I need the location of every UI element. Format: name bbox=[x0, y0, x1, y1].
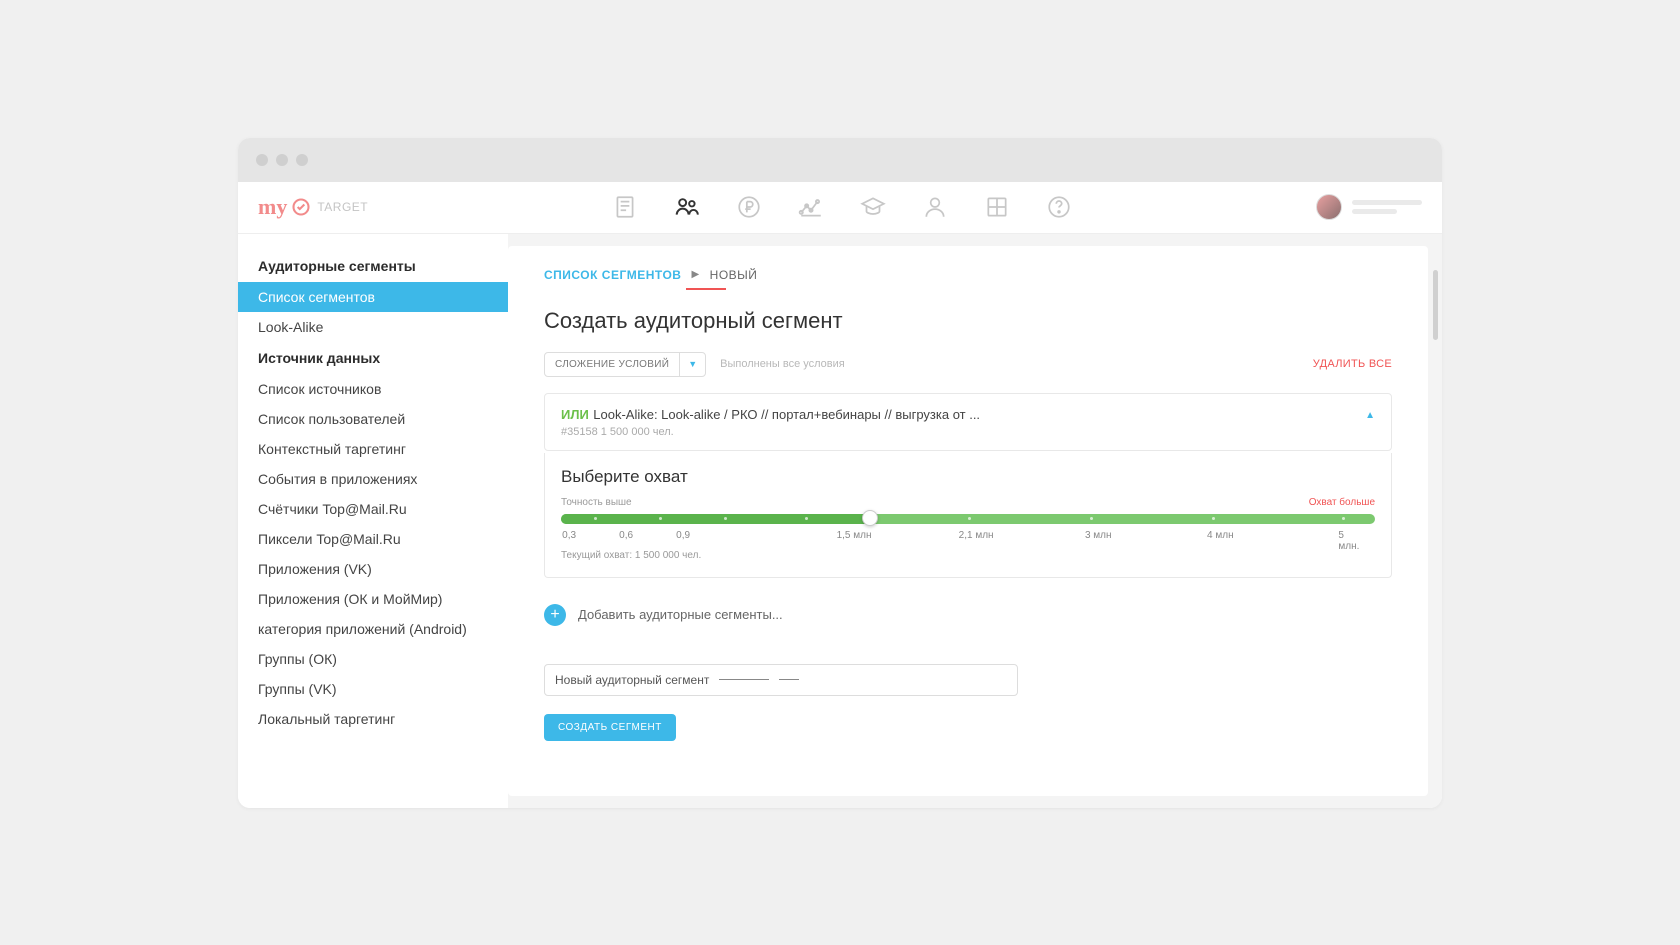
breadcrumb-separator-icon: ▶ bbox=[691, 269, 699, 280]
reach-label-row: Точность выше Охват больше bbox=[561, 497, 1375, 508]
segment-condition-block: ИЛИ Look-Alike: Look-alike / РКО // порт… bbox=[544, 393, 1392, 451]
condition-meta: #35158 1 500 000 чел. bbox=[561, 426, 1375, 438]
nav-stats-icon[interactable] bbox=[798, 194, 824, 220]
logo-check-icon bbox=[291, 197, 311, 217]
sidebar-header-segments: Аудиторные сегменты bbox=[238, 250, 508, 282]
sidebar-item-context[interactable]: Контекстный таргетинг bbox=[238, 434, 508, 464]
condition-select-label: СЛОЖЕНИЕ УСЛОВИЙ bbox=[545, 353, 679, 376]
reach-current: Текущий охват: 1 500 000 чел. bbox=[561, 550, 1375, 561]
chevron-down-icon: ▼ bbox=[679, 353, 705, 376]
sidebar-item-counters[interactable]: Счётчики Top@Mail.Ru bbox=[238, 494, 508, 524]
nav-education-icon[interactable] bbox=[860, 194, 886, 220]
collapse-icon[interactable]: ▲ bbox=[1365, 410, 1375, 421]
scale-tick: 4 млн bbox=[1207, 530, 1234, 541]
condition-row: СЛОЖЕНИЕ УСЛОВИЙ ▼ Выполнены все условия… bbox=[544, 352, 1392, 377]
main-content-area: СПИСОК СЕГМЕНТОВ ▶ НОВЫЙ Создать аудитор… bbox=[508, 234, 1442, 808]
browser-titlebar bbox=[238, 138, 1442, 182]
reach-scale: 0,3 0,6 0,9 1,5 млн 2,1 млн 3 млн 4 млн … bbox=[561, 530, 1375, 544]
window-maximize-dot[interactable] bbox=[296, 154, 308, 166]
scale-tick: 2,1 млн bbox=[959, 530, 994, 541]
main-nav bbox=[612, 194, 1072, 220]
breadcrumb-underline bbox=[686, 288, 726, 290]
window-close-dot[interactable] bbox=[256, 154, 268, 166]
nav-profile-icon[interactable] bbox=[922, 194, 948, 220]
sidebar-item-users-list[interactable]: Список пользователей bbox=[238, 404, 508, 434]
condition-name: Look-Alike: Look-alike / РКО // портал+в… bbox=[593, 407, 980, 422]
logo-prefix: my bbox=[258, 194, 287, 220]
slider-handle[interactable] bbox=[862, 510, 878, 526]
reach-title: Выберите охват bbox=[561, 467, 1375, 487]
nav-audiences-icon[interactable] bbox=[674, 194, 700, 220]
scale-tick: 1,5 млн bbox=[837, 530, 872, 541]
add-segments-button[interactable]: + Добавить аудиторные сегменты... bbox=[544, 596, 1392, 634]
sidebar-item-pixels[interactable]: Пиксели Top@Mail.Ru bbox=[238, 524, 508, 554]
scale-tick: 0,6 bbox=[619, 530, 633, 541]
sidebar-item-groups-vk[interactable]: Группы (VK) bbox=[238, 674, 508, 704]
reach-left-label: Точность выше bbox=[561, 497, 632, 508]
breadcrumb-parent[interactable]: СПИСОК СЕГМЕНТОВ bbox=[544, 268, 681, 282]
sidebar-item-groups-ok[interactable]: Группы (ОК) bbox=[238, 644, 508, 674]
user-name-placeholder bbox=[1352, 200, 1422, 214]
condition-select[interactable]: СЛОЖЕНИЕ УСЛОВИЙ ▼ bbox=[544, 352, 706, 377]
sidebar-item-local-targeting[interactable]: Локальный таргетинг bbox=[238, 704, 508, 734]
condition-hint: Выполнены все условия bbox=[720, 358, 845, 370]
sidebar-item-apps-ok[interactable]: Приложения (ОК и МойМир) bbox=[238, 584, 508, 614]
scrollbar[interactable] bbox=[1433, 270, 1438, 340]
user-menu[interactable] bbox=[1316, 194, 1422, 220]
logo-suffix: TARGET bbox=[317, 200, 368, 214]
app-header: my TARGET bbox=[238, 182, 1442, 234]
logo[interactable]: my TARGET bbox=[258, 194, 368, 220]
breadcrumb: СПИСОК СЕГМЕНТОВ ▶ НОВЫЙ bbox=[544, 268, 1392, 282]
sidebar-item-app-events[interactable]: События в приложениях bbox=[238, 464, 508, 494]
sidebar: Аудиторные сегменты Список сегментов Loo… bbox=[238, 234, 508, 808]
segment-name-value: Новый аудиторный сегмент bbox=[555, 673, 709, 687]
scale-tick: 0,9 bbox=[676, 530, 690, 541]
nav-grid-icon[interactable] bbox=[984, 194, 1010, 220]
sidebar-item-segments-list[interactable]: Список сегментов bbox=[238, 282, 508, 312]
plus-icon: + bbox=[544, 604, 566, 626]
browser-window: my TARGET bbox=[238, 138, 1442, 808]
sidebar-item-apps-vk[interactable]: Приложения (VK) bbox=[238, 554, 508, 584]
reach-slider[interactable] bbox=[561, 514, 1375, 524]
breadcrumb-current: НОВЫЙ bbox=[710, 268, 758, 282]
scale-tick: 0,3 bbox=[562, 530, 576, 541]
reach-panel: Выберите охват Точность выше Охват больш… bbox=[544, 453, 1392, 578]
nav-help-icon[interactable] bbox=[1046, 194, 1072, 220]
sidebar-item-lookalike[interactable]: Look-Alike bbox=[238, 312, 508, 342]
window-minimize-dot[interactable] bbox=[276, 154, 288, 166]
page-title: Создать аудиторный сегмент bbox=[544, 308, 1392, 334]
name-dash bbox=[719, 679, 769, 680]
nav-campaigns-icon[interactable] bbox=[612, 194, 638, 220]
condition-select-group: СЛОЖЕНИЕ УСЛОВИЙ ▼ Выполнены все условия bbox=[544, 352, 845, 377]
sidebar-item-sources-list[interactable]: Список источников bbox=[238, 374, 508, 404]
condition-operator: ИЛИ bbox=[561, 407, 589, 422]
nav-billing-icon[interactable] bbox=[736, 194, 762, 220]
sidebar-item-app-category[interactable]: категория приложений (Android) bbox=[238, 614, 508, 644]
segment-name-input[interactable]: Новый аудиторный сегмент bbox=[544, 664, 1018, 696]
reach-right-label: Охват больше bbox=[1309, 497, 1375, 508]
avatar bbox=[1316, 194, 1342, 220]
create-segment-button[interactable]: СОЗДАТЬ СЕГМЕНТ bbox=[544, 714, 676, 741]
sidebar-header-sources: Источник данных bbox=[238, 342, 508, 374]
scale-tick: 5 млн. bbox=[1338, 530, 1362, 552]
delete-all-button[interactable]: УДАЛИТЬ ВСЕ bbox=[1313, 358, 1392, 370]
scale-tick: 3 млн bbox=[1085, 530, 1112, 541]
add-segments-label: Добавить аудиторные сегменты... bbox=[578, 607, 783, 622]
content-card: СПИСОК СЕГМЕНТОВ ▶ НОВЫЙ Создать аудитор… bbox=[508, 246, 1428, 796]
name-dash bbox=[779, 679, 799, 680]
